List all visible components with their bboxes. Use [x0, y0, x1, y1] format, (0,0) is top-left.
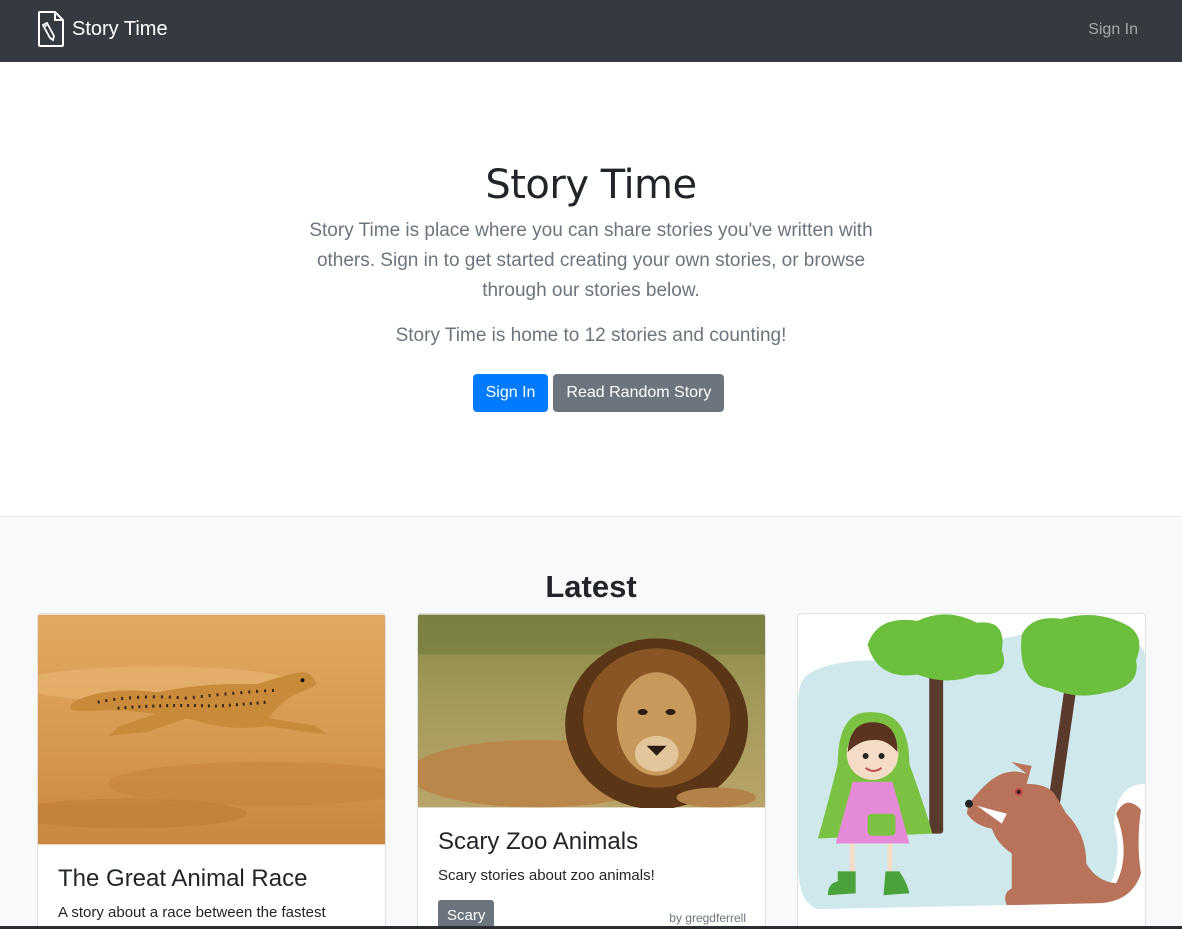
latest-heading: Latest: [545, 569, 637, 604]
tag-badge[interactable]: Scary: [438, 900, 495, 929]
hero-description: Story Time is place where you can share …: [309, 220, 873, 301]
brand-link[interactable]: Story Time: [37, 11, 168, 47]
story-count-text: Story Time is home to 12 stories and cou…: [395, 325, 787, 346]
document-pencil-icon: [38, 11, 64, 47]
signin-button[interactable]: Sign In: [472, 374, 549, 412]
card-title[interactable]: Scary Zoo Animals: [438, 827, 638, 857]
top-navbar: Story Time Sign In: [0, 0, 1182, 62]
story-card[interactable]: Scary Zoo Animals Scary stories about zo…: [417, 613, 766, 929]
read-random-story-button[interactable]: Read Random Story: [553, 374, 725, 412]
brand-name: Story Time: [72, 18, 168, 40]
cheetah-image[interactable]: [38, 614, 385, 845]
nav-signin-link[interactable]: Sign In: [1088, 19, 1138, 41]
hero-buttons: Sign In Read Random Story: [0, 374, 1182, 412]
hero-section: Story Time Story Time is place where you…: [0, 62, 1182, 517]
story-card[interactable]: The Great Animal Race A story about a ra…: [37, 613, 386, 929]
hero-title: Story Time: [485, 162, 697, 208]
card-description: Scary stories about zoo animals!: [438, 867, 655, 884]
lion-image[interactable]: [418, 614, 765, 808]
latest-section: Latest The Great Animal Race A story abo…: [0, 518, 1182, 929]
riding-hood-wolf-image[interactable]: [798, 614, 1145, 911]
card-description: A story about a race between the fastest: [58, 904, 326, 921]
story-card[interactable]: [797, 613, 1146, 929]
card-title[interactable]: The Great Animal Race: [58, 864, 307, 894]
author-byline: by gregdferrell: [669, 911, 746, 925]
